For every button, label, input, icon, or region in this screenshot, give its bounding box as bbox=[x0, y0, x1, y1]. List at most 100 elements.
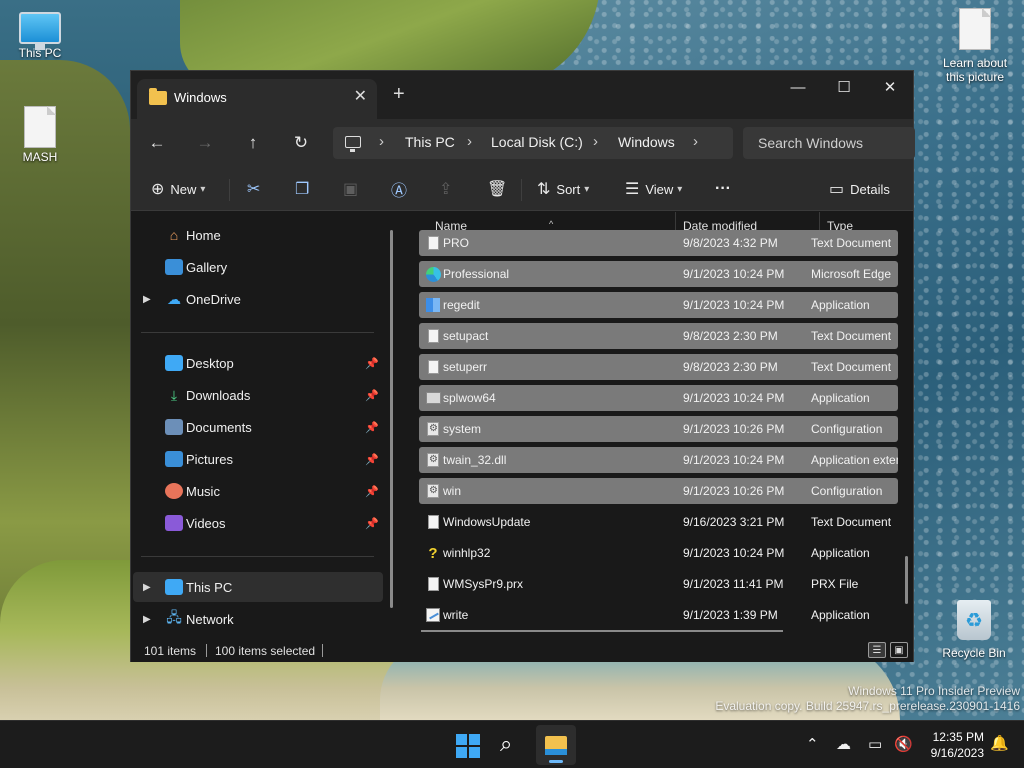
chevron-right-icon[interactable]: › bbox=[467, 133, 472, 150]
new-button[interactable]: ⊕ New ▾ bbox=[151, 176, 205, 202]
chevron-right-icon[interactable]: ▶ bbox=[143, 614, 151, 625]
file-row[interactable]: regedit 9/1/2023 10:24 PM Application bbox=[419, 292, 898, 318]
file-row[interactable]: WindowsUpdate 9/16/2023 3:21 PM Text Docum… bbox=[419, 509, 898, 535]
pin-icon[interactable]: 📌 bbox=[365, 517, 379, 530]
file-row[interactable]: write 9/1/2023 1:39 PM Application bbox=[419, 602, 898, 628]
file-row[interactable]: ? winhlp32 9/1/2023 10:24 PM Application bbox=[419, 540, 898, 566]
sidebar-item-home[interactable]: ⌂ Home bbox=[133, 220, 383, 250]
file-row[interactable]: PRO 9/8/2023 4:32 PM Text Document bbox=[419, 230, 898, 256]
sidebar-item-gallery[interactable]: Gallery bbox=[133, 252, 383, 282]
rename-button[interactable]: Ⓐ bbox=[391, 176, 407, 202]
file-type: Text Document bbox=[811, 360, 892, 374]
file-row[interactable]: splwow64 9/1/2023 10:24 PM Application bbox=[419, 385, 898, 411]
details-view-icon[interactable]: ☰ bbox=[868, 642, 886, 658]
chevron-right-icon[interactable]: ▶ bbox=[143, 294, 151, 305]
desktop-icon-recycle-bin[interactable]: Recycle Bin bbox=[934, 600, 1014, 660]
file-row[interactable]: twain_32.dll 9/1/2023 10:24 PM Application… bbox=[419, 447, 898, 473]
file-type: Application bbox=[811, 608, 870, 622]
windows-start-icon[interactable] bbox=[456, 734, 480, 758]
desktop-icon-mash[interactable]: MASH bbox=[0, 106, 80, 164]
more-options-button[interactable]: ··· bbox=[715, 176, 731, 202]
pin-icon[interactable]: 📌 bbox=[365, 421, 379, 434]
file-row[interactable]: system 9/1/2023 10:26 PM Configuration bbox=[419, 416, 898, 442]
file-type: Microsoft Edge bbox=[811, 267, 892, 281]
chevron-right-icon[interactable]: ▶ bbox=[143, 582, 151, 593]
search-input[interactable]: Search Windows bbox=[758, 135, 863, 151]
close-window-button[interactable]: ✕ bbox=[867, 71, 913, 103]
minimize-button[interactable]: — bbox=[775, 71, 821, 103]
sidebar-item-downloads[interactable]: ⤓ Downloads 📌 bbox=[133, 380, 383, 410]
refresh-icon[interactable]: ↻ bbox=[289, 131, 313, 155]
taskbar-file-explorer[interactable] bbox=[536, 725, 576, 765]
pin-icon[interactable]: 📌 bbox=[365, 389, 379, 402]
desktop-icon-this-pc[interactable]: This PC bbox=[0, 12, 80, 60]
back-arrow-icon[interactable]: ← bbox=[145, 131, 169, 155]
sidebar-item-desktop[interactable]: Desktop 📌 bbox=[133, 348, 383, 378]
edge-icon bbox=[425, 266, 441, 282]
cloud-icon: ☁ bbox=[167, 290, 181, 307]
sidebar-item-music[interactable]: Music 📌 bbox=[133, 476, 383, 506]
breadcrumb-local-disk[interactable]: Local Disk (C:) bbox=[491, 134, 583, 150]
documents-icon bbox=[165, 419, 183, 435]
file-date-modified: 9/1/2023 10:24 PM bbox=[683, 391, 785, 405]
delete-button[interactable]: 🗑 bbox=[487, 176, 507, 202]
sidebar-item-onedrive[interactable]: ▶ ☁ OneDrive bbox=[133, 284, 383, 314]
write-icon bbox=[425, 607, 441, 623]
taskbar: ⌕ ⌃ ☁ ▭ 🔇 12:35 PM 9/16/2023 🔔 bbox=[0, 720, 1024, 768]
chevron-right-icon[interactable]: › bbox=[379, 133, 384, 150]
sidebar-item-documents[interactable]: Documents 📌 bbox=[133, 412, 383, 442]
status-bar: 101 items 100 items selected ☰ ▣ bbox=[131, 638, 913, 662]
view-button[interactable]: ☰ View ▾ bbox=[625, 176, 682, 202]
system-clock[interactable]: 12:35 PM 9/16/2023 bbox=[918, 729, 984, 761]
tab-windows[interactable]: Windows ✕ bbox=[137, 79, 377, 119]
pin-icon[interactable]: 📌 bbox=[365, 485, 379, 498]
pin-icon[interactable]: 📌 bbox=[365, 453, 379, 466]
sidebar-item-label: Music bbox=[186, 483, 220, 499]
search-icon[interactable]: ⌕ bbox=[500, 731, 512, 757]
chevron-up-icon[interactable]: ⌃ bbox=[806, 735, 819, 753]
sort-button[interactable]: ⇅ Sort ▾ bbox=[537, 176, 589, 202]
up-arrow-icon[interactable]: ↑ bbox=[241, 131, 265, 155]
clock-time: 12:35 PM bbox=[932, 730, 984, 744]
horizontal-scrollbar[interactable] bbox=[421, 630, 783, 632]
active-indicator bbox=[549, 760, 563, 763]
pin-icon[interactable]: 📌 bbox=[365, 357, 379, 370]
close-tab-icon[interactable]: ✕ bbox=[354, 86, 367, 106]
address-bar[interactable]: › This PC › Local Disk (C:) › Windows › bbox=[333, 127, 733, 159]
paste-button[interactable]: ▣ bbox=[343, 176, 358, 202]
sidebar-item-this-pc[interactable]: ▶ This PC bbox=[133, 572, 383, 602]
forward-arrow-icon[interactable]: → bbox=[193, 131, 217, 155]
desktop-icon-learn-about-picture[interactable]: Learn about this picture bbox=[934, 8, 1016, 84]
breadcrumb-windows[interactable]: Windows bbox=[618, 134, 675, 150]
cut-button[interactable]: ✂ bbox=[247, 176, 260, 202]
sidebar-item-videos[interactable]: Videos 📌 bbox=[133, 508, 383, 538]
file-row[interactable]: win 9/1/2023 10:26 PM Configuration bbox=[419, 478, 898, 504]
file-row[interactable]: WMSysPr9.prx 9/1/2023 11:41 PM PRX File bbox=[419, 571, 898, 597]
new-tab-button[interactable]: + bbox=[393, 83, 405, 106]
share-button[interactable]: ⇪ bbox=[439, 176, 452, 202]
breadcrumb-this-pc[interactable]: This PC bbox=[405, 134, 455, 150]
volume-muted-icon[interactable]: 🔇 bbox=[894, 735, 913, 753]
sidebar-scrollbar[interactable] bbox=[390, 230, 393, 608]
chevron-right-icon[interactable]: › bbox=[593, 133, 598, 150]
music-icon bbox=[165, 483, 183, 499]
file-row[interactable]: Professional 9/1/2023 10:24 PM Microsoft E… bbox=[419, 261, 898, 287]
maximize-button[interactable]: ☐ bbox=[821, 71, 867, 103]
notification-bell-icon[interactable]: 🔔 bbox=[990, 734, 1009, 752]
copy-button[interactable]: ❐ bbox=[295, 176, 309, 202]
onedrive-tray-icon[interactable]: ☁ bbox=[836, 735, 851, 753]
network-tray-icon[interactable]: ▭ bbox=[868, 735, 882, 753]
file-row[interactable]: setupact 9/8/2023 2:30 PM Text Document bbox=[419, 323, 898, 349]
folder-icon bbox=[149, 88, 167, 105]
chevron-right-icon[interactable]: › bbox=[693, 133, 698, 150]
sort-icon: ⇅ bbox=[537, 181, 551, 198]
sidebar-item-network[interactable]: ▶ 🖧 Network bbox=[133, 604, 383, 634]
details-button[interactable]: ▭ Details bbox=[829, 176, 890, 202]
vertical-scrollbar[interactable] bbox=[905, 556, 908, 604]
search-box[interactable]: Search Windows bbox=[743, 127, 915, 159]
document-icon bbox=[959, 8, 991, 50]
tiles-view-icon[interactable]: ▣ bbox=[890, 642, 908, 658]
text-file-icon bbox=[425, 235, 441, 251]
file-row[interactable]: setuperr 9/8/2023 2:30 PM Text Document bbox=[419, 354, 898, 380]
sidebar-item-pictures[interactable]: Pictures 📌 bbox=[133, 444, 383, 474]
